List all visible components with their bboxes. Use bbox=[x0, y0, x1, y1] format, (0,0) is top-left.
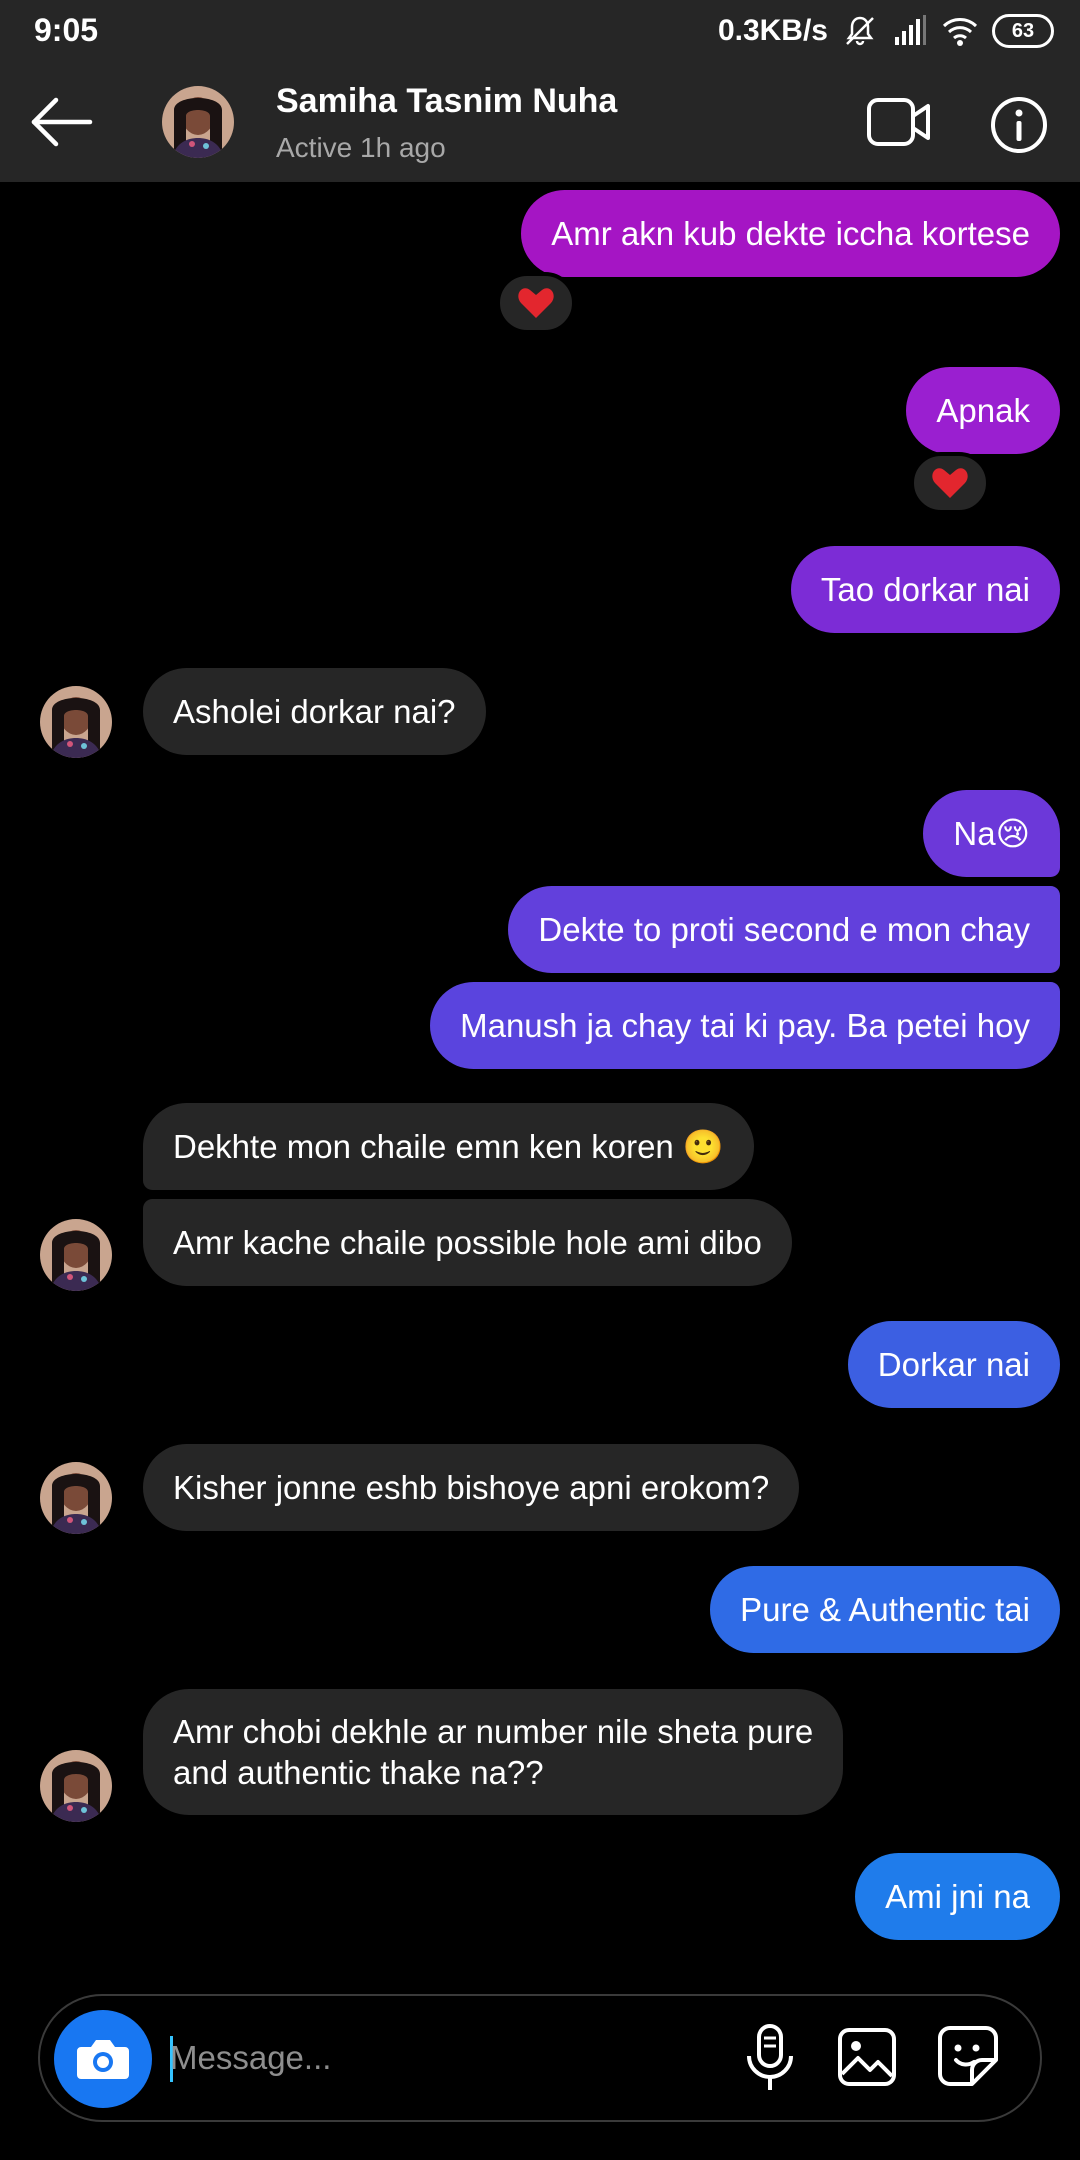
incoming-message[interactable]: Amr chobi dekhle ar number nile sheta pu… bbox=[143, 1689, 844, 1815]
avatar-image bbox=[40, 1219, 112, 1291]
avatar-image bbox=[40, 686, 112, 758]
battery-indicator: 63 bbox=[992, 14, 1054, 48]
status-indicators: 0.3KB/s 63 bbox=[718, 10, 1054, 52]
heart-icon bbox=[932, 468, 968, 498]
microphone-icon[interactable] bbox=[740, 2022, 800, 2096]
incoming-message[interactable]: Dekhte mon chaile emn ken koren 🙂 bbox=[143, 1103, 755, 1190]
info-icon[interactable] bbox=[990, 96, 1048, 154]
avatar-image bbox=[40, 1462, 112, 1534]
header-avatar[interactable] bbox=[162, 86, 234, 158]
wifi-icon bbox=[942, 18, 978, 46]
message-reaction[interactable] bbox=[496, 272, 576, 334]
message-input[interactable] bbox=[170, 2026, 730, 2090]
outgoing-message[interactable]: Na😢 bbox=[923, 790, 1060, 877]
sender-avatar[interactable] bbox=[40, 1462, 112, 1534]
status-time: 9:05 bbox=[34, 12, 99, 48]
network-speed: 0.3KB/s bbox=[717, 14, 828, 47]
heart-icon bbox=[518, 288, 554, 318]
avatar-image bbox=[162, 86, 234, 158]
outgoing-message[interactable]: Dorkar nai bbox=[847, 1321, 1060, 1408]
mute-bell-icon bbox=[846, 16, 874, 46]
outgoing-message[interactable]: Tao dorkar nai bbox=[790, 546, 1060, 633]
status-bar: 9:05 0.3KB/s 63 bbox=[0, 0, 1080, 62]
incoming-message[interactable]: Kisher jonne eshb bishoye apni erokom? bbox=[143, 1444, 800, 1531]
outgoing-message[interactable]: Dekte to proti second e mon chay bbox=[508, 886, 1060, 973]
back-arrow-icon[interactable] bbox=[26, 90, 94, 154]
signal-icon bbox=[895, 15, 926, 45]
sticker-icon[interactable] bbox=[936, 2024, 1000, 2088]
sender-avatar[interactable] bbox=[40, 1219, 112, 1291]
contact-name[interactable]: Samiha Tasnim Nuha bbox=[276, 82, 617, 121]
incoming-message[interactable]: Amr kache chaile possible hole ami dibo bbox=[143, 1199, 792, 1286]
message-reaction[interactable] bbox=[910, 452, 990, 514]
sender-avatar[interactable] bbox=[40, 1750, 112, 1822]
camera-icon bbox=[77, 2040, 129, 2079]
message-composer bbox=[38, 1994, 1042, 2122]
outgoing-message[interactable]: Amr akn kub dekte iccha kortese bbox=[521, 190, 1060, 277]
avatar-image bbox=[40, 1750, 112, 1822]
chat-header: Samiha Tasnim Nuha Active 1h ago bbox=[0, 62, 1080, 182]
outgoing-message[interactable]: Manush ja chay tai ki pay. Ba petei hoy bbox=[430, 982, 1060, 1069]
gallery-icon[interactable] bbox=[836, 2026, 898, 2088]
contact-activity-status: Active 1h ago bbox=[276, 132, 446, 163]
outgoing-message[interactable]: Apnak bbox=[906, 367, 1060, 454]
incoming-message[interactable]: Asholei dorkar nai? bbox=[143, 668, 486, 755]
camera-button[interactable] bbox=[54, 2010, 152, 2108]
sender-avatar[interactable] bbox=[40, 686, 112, 758]
outgoing-message[interactable]: Pure & Authentic tai bbox=[710, 1566, 1060, 1653]
video-call-icon[interactable] bbox=[866, 94, 932, 150]
outgoing-message[interactable]: Ami jni na bbox=[855, 1853, 1060, 1940]
